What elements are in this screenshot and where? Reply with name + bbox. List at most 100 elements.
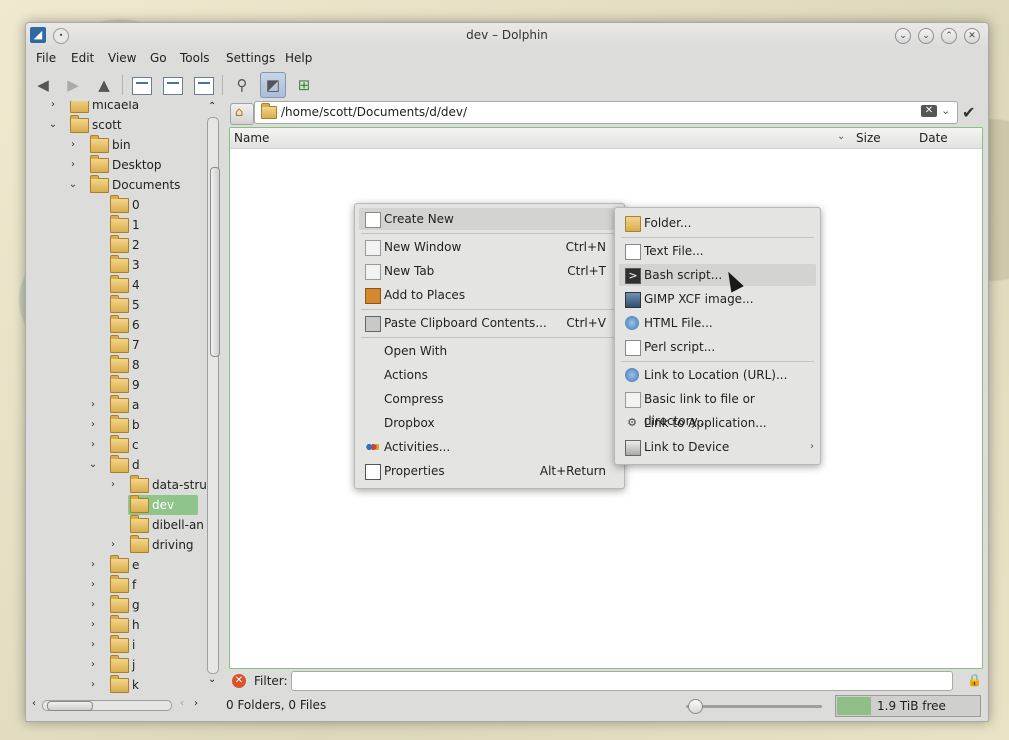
- tree-item[interactable]: › c: [28, 435, 208, 455]
- split-view-icon[interactable]: ⊞: [291, 72, 317, 98]
- expand-arrow-icon[interactable]: ›: [88, 635, 98, 655]
- location-bar[interactable]: /home/scott/Documents/d/dev/ ✕ ⌄: [254, 101, 958, 124]
- folders-panel[interactable]: › micaela ⌄ scott › bin › Desktop ⌄ Documents 0 1 2 3…: [28, 101, 222, 695]
- tree-item[interactable]: › g: [28, 595, 208, 615]
- expand-arrow-icon[interactable]: ›: [88, 555, 98, 575]
- context-menu-item[interactable]: Properties Alt+Return: [359, 460, 620, 482]
- expand-arrow-icon[interactable]: ›: [88, 415, 98, 435]
- tree-item[interactable]: › data-stru: [28, 475, 208, 495]
- confirm-location-icon[interactable]: ✔: [962, 103, 975, 122]
- menu-tools[interactable]: Tools: [180, 51, 210, 65]
- tree-item[interactable]: › driving: [28, 535, 208, 555]
- tree-item[interactable]: 2: [28, 235, 208, 255]
- menu-go[interactable]: Go: [150, 51, 167, 65]
- lock-icon[interactable]: 🔒: [967, 673, 982, 687]
- create-new-item[interactable]: Perl script...: [619, 336, 816, 358]
- scrollbar-thumb[interactable]: [47, 701, 93, 711]
- expand-arrow-icon[interactable]: ›: [48, 101, 58, 115]
- menu-view[interactable]: View: [108, 51, 136, 65]
- context-menu-item[interactable]: New Window Ctrl+N: [359, 236, 620, 258]
- scrollbar-thumb[interactable]: [210, 167, 220, 357]
- menu-help[interactable]: Help: [285, 51, 312, 65]
- context-menu-item[interactable]: Activities...: [359, 436, 620, 458]
- expand-arrow-icon[interactable]: ›: [88, 395, 98, 415]
- keep-below-button[interactable]: ⌄: [895, 28, 911, 44]
- tree-item[interactable]: › f: [28, 575, 208, 595]
- create-new-item[interactable]: GIMP XCF image...: [619, 288, 816, 310]
- tree-item[interactable]: 0: [28, 195, 208, 215]
- expand-arrow-icon[interactable]: ›: [88, 615, 98, 635]
- preview-icon[interactable]: ◩: [260, 72, 286, 98]
- close-button[interactable]: ✕: [964, 28, 980, 44]
- minimize-button[interactable]: ⌄: [918, 28, 934, 44]
- tree-item[interactable]: › i: [28, 635, 208, 655]
- expand-arrow-icon[interactable]: ›: [88, 435, 98, 455]
- context-menu-item[interactable]: Actions›: [359, 364, 620, 386]
- expand-arrow-icon[interactable]: ›: [88, 655, 98, 675]
- create-new-item[interactable]: ⚙ Link to Application...: [619, 412, 816, 434]
- scroll-left-icon[interactable]: ‹: [32, 698, 36, 709]
- tree-item[interactable]: › bin: [28, 135, 208, 155]
- tree-item[interactable]: › k: [28, 675, 208, 695]
- context-menu-item[interactable]: New Tab Ctrl+T: [359, 260, 620, 282]
- create-new-item[interactable]: Folder...: [619, 212, 816, 234]
- create-new-item[interactable]: Link to Device ›: [619, 436, 816, 458]
- zoom-slider-track[interactable]: [686, 705, 822, 708]
- tree-item[interactable]: › h: [28, 615, 208, 635]
- tree-item[interactable]: 8: [28, 355, 208, 375]
- tree-item[interactable]: dibell-an: [28, 515, 208, 535]
- create-new-item[interactable]: Text File...: [619, 240, 816, 262]
- scrollbar-track[interactable]: [207, 117, 220, 674]
- tree-item[interactable]: › Desktop: [28, 155, 208, 175]
- scrollbar-track[interactable]: [42, 700, 172, 711]
- create-new-item[interactable]: Link to Location (URL)...: [619, 364, 816, 386]
- tree-item[interactable]: 4: [28, 275, 208, 295]
- scroll-left-icon[interactable]: ‹: [180, 698, 184, 709]
- tree-item[interactable]: › e: [28, 555, 208, 575]
- tree-item[interactable]: › j: [28, 655, 208, 675]
- create-new-item[interactable]: > Bash script...: [619, 264, 816, 286]
- folders-vertical-scrollbar[interactable]: ⌃ ⌄: [206, 101, 220, 695]
- tree-item[interactable]: › micaela: [28, 101, 208, 115]
- clear-location-icon[interactable]: ✕: [921, 105, 937, 117]
- expand-arrow-icon[interactable]: ›: [88, 575, 98, 595]
- create-new-item[interactable]: HTML File...: [619, 312, 816, 334]
- home-places-button[interactable]: ⌂: [230, 103, 254, 125]
- collapse-arrow-icon[interactable]: ⌄: [68, 175, 78, 195]
- tree-item[interactable]: › a: [28, 395, 208, 415]
- expand-arrow-icon[interactable]: ›: [108, 535, 118, 555]
- forward-icon[interactable]: ▶: [60, 72, 86, 98]
- context-menu-item[interactable]: Compress›: [359, 388, 620, 410]
- tree-item[interactable]: 1: [28, 215, 208, 235]
- scroll-right-icon[interactable]: ›: [194, 698, 198, 709]
- zoom-slider-handle[interactable]: [688, 699, 703, 714]
- expand-arrow-icon[interactable]: ›: [88, 675, 98, 695]
- folders-horizontal-scrollbar[interactable]: ‹ ‹ ›: [32, 698, 202, 712]
- tree-item[interactable]: ⌄ Documents: [28, 175, 208, 195]
- context-menu-item[interactable]: Open With›: [359, 340, 620, 362]
- free-space-indicator[interactable]: 1.9 TiB free: [835, 695, 981, 717]
- maximize-button[interactable]: ⌃: [941, 28, 957, 44]
- context-menu-item[interactable]: Create New›: [359, 208, 620, 230]
- search-icon[interactable]: ⚲: [229, 72, 255, 98]
- compact-view-icon[interactable]: [160, 72, 186, 98]
- collapse-arrow-icon[interactable]: ⌄: [88, 455, 98, 475]
- menu-settings[interactable]: Settings: [226, 51, 275, 65]
- menu-file[interactable]: File: [36, 51, 56, 65]
- context-menu-item[interactable]: Add to Places: [359, 284, 620, 306]
- filter-input[interactable]: [291, 671, 953, 691]
- location-history-dropdown-icon[interactable]: ⌄: [941, 104, 950, 117]
- column-size[interactable]: Size: [856, 131, 881, 145]
- expand-arrow-icon[interactable]: ›: [68, 135, 78, 155]
- tree-item[interactable]: dev: [28, 495, 208, 515]
- column-date[interactable]: Date: [919, 131, 948, 145]
- context-menu-item[interactable]: Paste Clipboard Contents... Ctrl+V: [359, 312, 620, 334]
- column-name[interactable]: Name: [234, 131, 269, 145]
- tree-item[interactable]: ⌄ d: [28, 455, 208, 475]
- tree-item[interactable]: 5: [28, 295, 208, 315]
- up-icon[interactable]: ▲: [91, 72, 117, 98]
- tree-item[interactable]: › b: [28, 415, 208, 435]
- scroll-up-icon[interactable]: ⌃: [208, 101, 216, 112]
- expand-arrow-icon[interactable]: ›: [88, 595, 98, 615]
- expand-arrow-icon[interactable]: ›: [68, 155, 78, 175]
